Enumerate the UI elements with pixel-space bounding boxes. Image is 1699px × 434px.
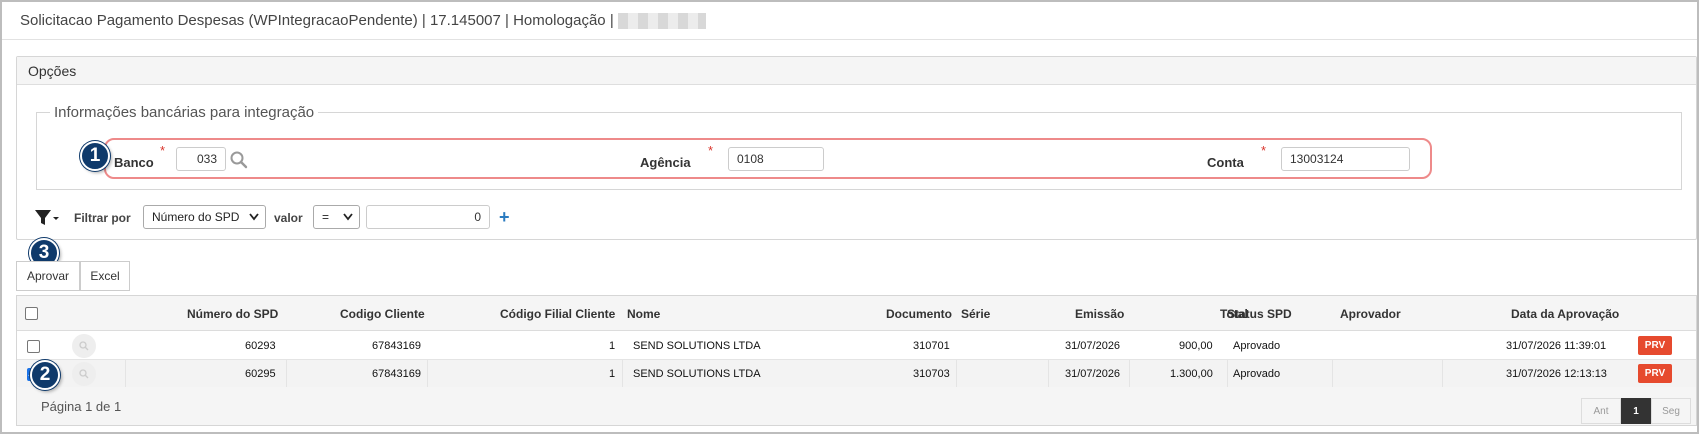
filter-by-label: Filtrar por bbox=[74, 211, 131, 225]
conta-label: Conta bbox=[1207, 155, 1244, 170]
row-checkbox[interactable] bbox=[27, 340, 40, 353]
agencia-input[interactable]: 0108 bbox=[728, 147, 824, 171]
cell-emissao: 31/07/2026 bbox=[1065, 368, 1121, 380]
agencia-label: Agência bbox=[640, 155, 691, 170]
cell-data-aprovacao: 31/07/2026 12:13:13 bbox=[1506, 368, 1607, 380]
cell-documento: 310703 bbox=[913, 368, 950, 380]
column-divider bbox=[622, 360, 623, 388]
col-header-emissao[interactable]: Emissão bbox=[1075, 307, 1124, 321]
cell-codigo-cliente: 67843169 bbox=[372, 368, 421, 380]
filter-field-select[interactable]: Número do SPD bbox=[143, 205, 266, 229]
cell-status: Aprovado bbox=[1233, 368, 1281, 380]
filter-icon[interactable] bbox=[34, 208, 60, 228]
select-all-checkbox[interactable] bbox=[25, 307, 38, 320]
filter-operator-selected: = bbox=[322, 210, 330, 224]
grid-header: Número do SPD Codigo Cliente Código Fili… bbox=[17, 296, 1696, 331]
options-header[interactable]: Opções bbox=[17, 57, 1696, 85]
pager-next-button[interactable]: Seg bbox=[1651, 398, 1691, 424]
cell-nome: SEND SOLUTIONS LTDA bbox=[633, 368, 761, 380]
col-header-status-spd[interactable]: Status SPD bbox=[1227, 307, 1292, 321]
prv-button[interactable]: PRV bbox=[1638, 364, 1672, 383]
col-header-nome[interactable]: Nome bbox=[627, 307, 660, 321]
conta-required-mark: * bbox=[1261, 143, 1267, 158]
table-row[interactable]: 60293 67843169 1 SEND SOLUTIONS LTDA 310… bbox=[17, 332, 1696, 360]
col-header-aprovador[interactable]: Aprovador bbox=[1340, 307, 1401, 321]
callout-badge-2: 2 bbox=[30, 360, 60, 390]
add-filter-icon[interactable]: + bbox=[499, 207, 510, 228]
banco-required-mark: * bbox=[160, 143, 166, 158]
spd-grid: Número do SPD Codigo Cliente Código Fili… bbox=[16, 295, 1697, 426]
view-row-button[interactable] bbox=[72, 334, 96, 358]
col-header-codigo-filial[interactable]: Código Filial Cliente bbox=[500, 307, 615, 321]
bank-info-legend: Informações bancárias para integração bbox=[54, 104, 315, 121]
chevron-down-icon bbox=[249, 213, 259, 221]
value-label: valor bbox=[274, 211, 303, 225]
column-divider bbox=[1442, 360, 1443, 388]
column-divider bbox=[427, 360, 428, 388]
search-icon[interactable] bbox=[230, 151, 248, 169]
cell-total: 1.300,00 bbox=[1170, 368, 1213, 380]
prv-button[interactable]: PRV bbox=[1638, 336, 1672, 355]
grid-footer: Página 1 de 1 bbox=[17, 387, 1696, 425]
excel-button[interactable]: Excel bbox=[80, 261, 130, 291]
column-divider bbox=[1129, 360, 1130, 388]
column-divider bbox=[956, 360, 957, 388]
cell-documento: 310701 bbox=[913, 340, 950, 352]
col-header-data-aprovacao[interactable]: Data da Aprovação bbox=[1511, 307, 1619, 321]
col-header-documento[interactable]: Documento bbox=[886, 307, 952, 321]
window-title-text: Solicitacao Pagamento Despesas (WPIntegr… bbox=[20, 12, 614, 29]
cell-filial: 1 bbox=[609, 368, 616, 380]
pager-prev-button[interactable]: Ant bbox=[1581, 398, 1621, 424]
approve-button[interactable]: Aprovar bbox=[16, 261, 80, 291]
page-info: Página 1 de 1 bbox=[41, 399, 122, 414]
banco-label: Banco bbox=[114, 155, 154, 170]
chevron-down-icon bbox=[343, 213, 353, 221]
window-title: Solicitacao Pagamento Despesas (WPIntegr… bbox=[2, 2, 1697, 40]
col-header-codigo-cliente[interactable]: Codigo Cliente bbox=[340, 307, 425, 321]
col-header-serie[interactable]: Série bbox=[961, 307, 990, 321]
redacted-user bbox=[617, 13, 706, 30]
filter-operator-select[interactable]: = bbox=[313, 205, 360, 229]
column-divider bbox=[125, 360, 126, 388]
conta-input[interactable]: 13003124 bbox=[1281, 147, 1410, 171]
cell-numero-spd: 60295 bbox=[245, 368, 276, 380]
col-header-numero-spd[interactable]: Número do SPD bbox=[187, 307, 278, 321]
cell-numero-spd: 60293 bbox=[245, 340, 276, 352]
cell-nome: SEND SOLUTIONS LTDA bbox=[633, 340, 761, 352]
column-divider bbox=[1332, 360, 1333, 388]
cell-codigo-cliente: 67843169 bbox=[372, 340, 421, 352]
column-divider bbox=[286, 360, 287, 388]
view-row-button[interactable] bbox=[72, 362, 96, 386]
cell-total: 900,00 bbox=[1179, 340, 1213, 352]
column-divider bbox=[1048, 360, 1049, 388]
cell-data-aprovacao: 31/07/2026 11:39:01 bbox=[1506, 340, 1607, 352]
search-icon bbox=[79, 369, 89, 379]
banco-input[interactable]: 033 bbox=[176, 147, 226, 171]
cell-emissao: 31/07/2026 bbox=[1065, 340, 1121, 352]
cell-status: Aprovado bbox=[1233, 340, 1281, 352]
search-icon bbox=[79, 341, 89, 351]
pager-current-page[interactable]: 1 bbox=[1621, 398, 1651, 424]
filter-value-input[interactable]: 0 bbox=[366, 205, 490, 229]
cell-filial: 1 bbox=[609, 340, 616, 352]
table-row[interactable]: 60295 67843169 1 SEND SOLUTIONS LTDA 310… bbox=[17, 360, 1696, 388]
callout-badge-1: 1 bbox=[80, 141, 110, 171]
agencia-required-mark: * bbox=[708, 143, 714, 158]
filter-field-selected: Número do SPD bbox=[152, 210, 240, 224]
column-divider bbox=[1227, 360, 1228, 388]
